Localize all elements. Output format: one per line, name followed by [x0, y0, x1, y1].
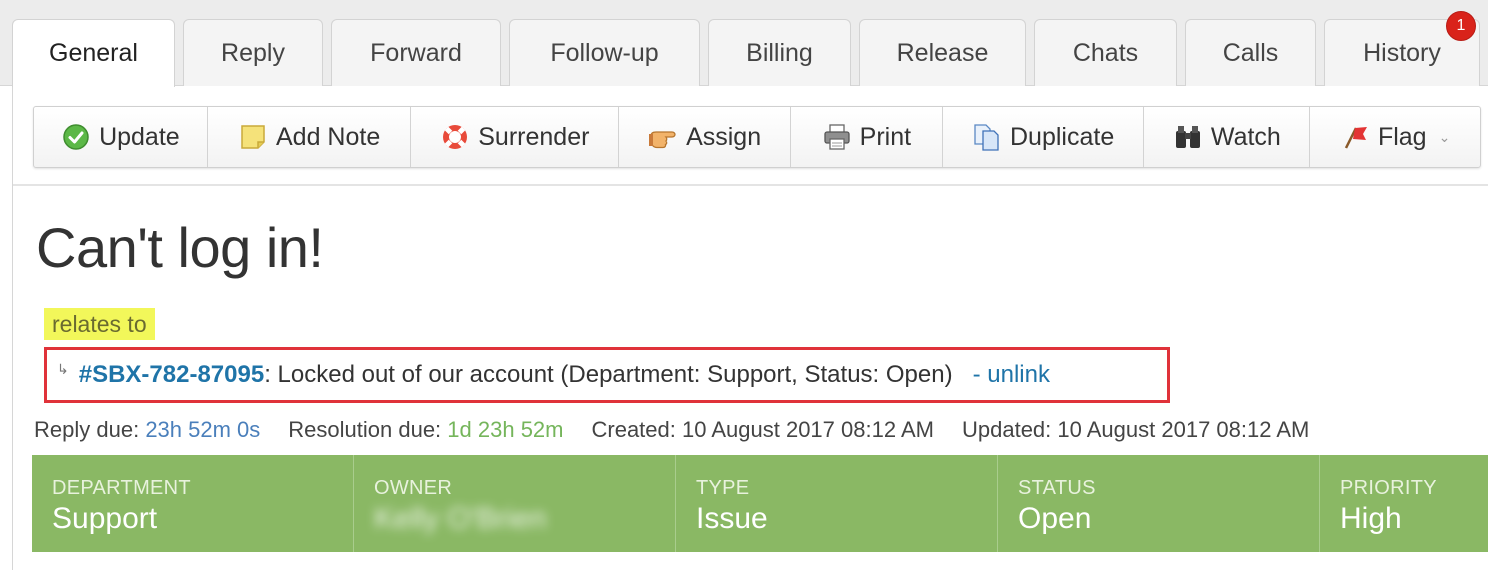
related-ticket-row: ↳ #SBX-782-87095 : Locked out of our acc… [44, 347, 1170, 403]
binoculars-icon [1173, 122, 1203, 152]
reply-due-label: Reply due: [34, 417, 140, 442]
ticket-title: Can't log in! [36, 216, 324, 279]
type-value: Issue [696, 502, 768, 535]
watch-label: Watch [1210, 122, 1281, 151]
chevron-down-icon: ⌄ [1438, 128, 1451, 145]
update-button[interactable]: Update [34, 107, 208, 167]
tab-reply[interactable]: Reply [183, 19, 323, 86]
resolution-due-label: Resolution due: [288, 417, 442, 442]
copy-documents-icon [972, 122, 1002, 152]
surrender-label: Surrender [478, 122, 590, 151]
related-ticket-summary: : Locked out of our account (Department:… [264, 361, 953, 388]
created-date: Created: 10 August 2017 08:12 AM [591, 417, 934, 442]
tab-chats[interactable]: Chats [1034, 19, 1177, 86]
assign-button[interactable]: Assign [619, 107, 791, 167]
tab-general[interactable]: General [12, 19, 175, 87]
duplicate-label: Duplicate [1010, 122, 1115, 151]
status-value: Open [1018, 502, 1092, 535]
history-count-badge: 1 [1446, 11, 1476, 41]
priority-value: High [1340, 502, 1402, 535]
resolution-due: Resolution due: 1d 23h 52m [288, 417, 563, 443]
updated-date: Updated: 10 August 2017 08:12 AM [961, 417, 1310, 442]
owner-label: OWNER [374, 477, 453, 499]
priority-label: PRIORITY [1340, 477, 1437, 499]
print-button[interactable]: Print [791, 107, 943, 167]
flag-label: Flag [1377, 122, 1427, 151]
owner-value: Kelly O'Brien [374, 502, 547, 535]
tab-label: Release [896, 38, 989, 67]
action-toolbar: Update Add Note Surrender Assign Print D… [33, 106, 1481, 168]
flag-icon [1340, 122, 1370, 152]
priority-cell[interactable]: PRIORITY High [1320, 455, 1488, 552]
ticket-properties-bar: DEPARTMENT Support OWNER Kelly O'Brien T… [32, 455, 1488, 552]
tab-label: General [49, 39, 138, 67]
unlink-link[interactable]: - unlink [973, 361, 1050, 389]
ticket-meta: Reply due: 23h 52m 0s Resolution due: 1d… [34, 417, 1309, 443]
tab-billing[interactable]: Billing [708, 19, 851, 86]
department-value: Support [52, 502, 158, 535]
department-cell[interactable]: DEPARTMENT Support [32, 455, 354, 552]
type-label: TYPE [696, 477, 750, 499]
tab-label: Reply [221, 38, 285, 67]
tab-follow-up[interactable]: Follow-up [509, 19, 700, 86]
lifebuoy-icon [440, 122, 470, 152]
watch-button[interactable]: Watch [1144, 107, 1311, 167]
type-cell[interactable]: TYPE Issue [676, 455, 998, 552]
tab-calls[interactable]: Calls [1185, 19, 1316, 86]
related-ticket-link[interactable]: #SBX-782-87095 [79, 361, 264, 389]
tab-label: Follow-up [550, 38, 659, 67]
toolbar-divider [13, 184, 1488, 186]
flag-dropdown-button[interactable]: Flag ⌄ [1310, 107, 1480, 167]
add-note-label: Add Note [276, 122, 381, 151]
tab-release[interactable]: Release [859, 19, 1026, 86]
tab-label: Forward [370, 38, 462, 67]
department-label: DEPARTMENT [52, 477, 191, 499]
printer-icon [822, 122, 852, 152]
surrender-button[interactable]: Surrender [411, 107, 620, 167]
tab-label: Calls [1222, 38, 1279, 67]
sticky-note-icon [238, 122, 268, 152]
pointing-hand-icon [648, 122, 678, 152]
reply-due: Reply due: 23h 52m 0s [34, 417, 260, 443]
add-note-button[interactable]: Add Note [208, 107, 412, 167]
check-circle-icon [61, 122, 91, 152]
duplicate-button[interactable]: Duplicate [943, 107, 1145, 167]
assign-label: Assign [686, 122, 762, 151]
tab-forward[interactable]: Forward [331, 19, 501, 86]
relates-to-label: relates to [44, 308, 155, 340]
reply-due-value: 23h 52m 0s [145, 417, 261, 442]
tab-label: Billing [746, 38, 813, 67]
status-cell[interactable]: STATUS Open [998, 455, 1320, 552]
status-label: STATUS [1018, 477, 1096, 499]
tab-label: Chats [1072, 38, 1139, 67]
owner-cell[interactable]: OWNER Kelly O'Brien [354, 455, 676, 552]
resolution-due-value: 1d 23h 52m [447, 417, 564, 442]
print-label: Print [859, 122, 912, 151]
link-arrow-icon: ↳ [57, 360, 69, 377]
update-label: Update [99, 122, 180, 151]
tab-label: History [1363, 38, 1441, 67]
